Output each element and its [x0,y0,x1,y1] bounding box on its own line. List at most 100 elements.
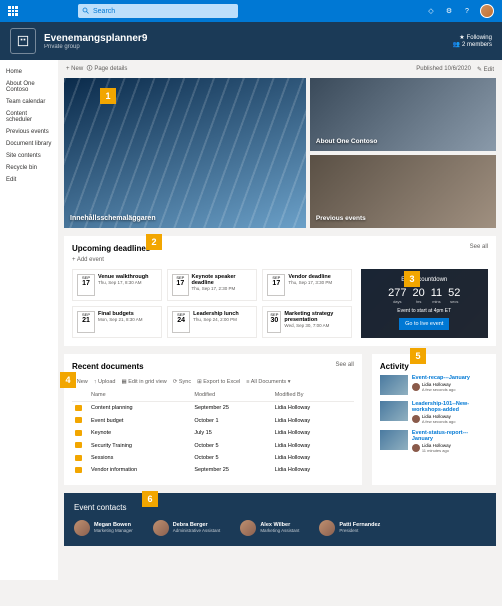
nav-item[interactable]: Home [4,66,54,78]
go-live-button[interactable]: Go to live event [399,318,449,330]
app-launcher-icon[interactable] [8,6,18,16]
edit-button[interactable]: ✎ Edit [477,66,494,73]
date-badge: SEP24 [172,311,190,333]
callout-6: 6 [142,491,158,507]
nav-item[interactable]: Content scheduler [4,108,54,126]
docs-seeall[interactable]: See all [336,362,354,371]
activity-title: Activity [380,362,409,371]
members-count[interactable]: 👥 2 members [453,41,492,48]
user-avatar[interactable] [480,4,494,18]
activity-thumb [380,401,408,421]
settings-icon[interactable]: ⚙ [444,6,454,16]
add-event-link[interactable]: + Add event [72,257,488,263]
new-button[interactable]: + New [66,66,83,72]
docs-excel-button[interactable]: ⊞ Export to Excel [197,379,240,385]
date-badge: SEP17 [172,274,188,296]
col-modified[interactable]: Modified [191,389,271,402]
suite-header: Search ◇ ⚙ ? [0,0,502,22]
callout-4: 4 [60,372,76,388]
countdown-unit: 277days [388,287,406,304]
search-placeholder: Search [93,8,115,15]
deadlines-seeall[interactable]: See all [470,244,488,253]
docs-sync-button[interactable]: ⟳ Sync [173,379,191,385]
activity-title: Event-status-report---January [412,430,488,442]
date-badge: SEP17 [77,274,95,296]
nav-item[interactable]: Document library [4,138,54,150]
event-card[interactable]: SEP30 Marketing strategy presentationWed… [262,306,352,338]
nav-item[interactable]: Site contents [4,150,54,162]
activity-item[interactable]: Leadership-101--New-workshops-added Lidi… [380,401,488,424]
nav-item[interactable]: Edit [4,174,54,186]
event-card[interactable]: SEP17 Venue walkthroughThu, Sep 17, 8:30… [72,269,162,301]
hero-tile-about[interactable]: About One Contoso [310,78,496,151]
event-card[interactable]: SEP17 Keynote speaker deadlineThu, Sep 1… [167,269,257,301]
person-avatar [74,520,90,536]
notifications-icon[interactable]: ◇ [426,6,436,16]
hero-tile3-caption: Previous events [316,215,490,222]
docs-grid-button[interactable]: ▦ Edit in grid view [121,379,166,385]
left-nav: HomeAbout One ContosoTeam calendarConten… [0,60,58,580]
nav-item[interactable]: Recycle bin [4,162,54,174]
hero-tile-previous[interactable]: Previous events [310,155,496,228]
countdown-unit: 11mins [431,287,442,304]
published-label: Published 10/6/2020 [416,66,471,72]
activity-title: Event-recap---January [412,375,470,381]
table-row[interactable]: Security TrainingOctober 5Lidia Holloway [72,439,354,451]
site-logo[interactable] [10,28,36,54]
col-name[interactable]: Name [88,389,191,402]
col-by[interactable]: Modified By [272,389,354,402]
event-card[interactable]: SEP17 Vendor deadlineThu, Sep 17, 3:30 P… [262,269,352,301]
help-icon[interactable]: ? [462,6,472,16]
activity-title: Leadership-101--New-workshops-added [412,401,488,413]
folder-icon [75,417,82,423]
person-avatar [319,520,335,536]
deadlines-title: Upcoming deadlines [72,244,150,253]
search-input[interactable]: Search [78,4,238,18]
page-details-button[interactable]: 🛈 Page details [87,64,128,74]
table-row[interactable]: SessionsOctober 5Lidia Holloway [72,452,354,464]
docs-view-dropdown[interactable]: ≡ All Documents ▾ [246,379,290,385]
countdown-webpart: 3 Event countdown 277days20hrs11mins52se… [361,269,489,338]
event-title: Keynote speaker deadline [192,274,253,286]
date-badge: SEP30 [267,311,281,333]
folder-icon [75,455,82,461]
author-avatar [412,444,420,452]
activity-item[interactable]: Event-status-report---January Lidia Holl… [380,430,488,453]
table-row[interactable]: KeynoteJuly 15Lidia Holloway [72,427,354,439]
table-row[interactable]: Content planningSeptember 25Lidia Hollow… [72,402,354,415]
site-header: Evenemangsplanner9 Private group ★ Follo… [0,22,502,60]
contact-person[interactable]: Debra BergerAdministrative Assistant [153,520,221,536]
person-avatar [153,520,169,536]
contact-person[interactable]: Megan BowenMarketing Manager [74,520,133,536]
documents-section: 4 Recent documentsSee all + New ↑ Upload… [64,354,362,485]
table-row[interactable]: Event budgetOctober 1Lidia Holloway [72,414,354,426]
hero-webpart: 1 Innehållsschemaläggaren About One Cont… [64,78,496,228]
contacts-title: Event contacts [74,503,486,512]
docs-title: Recent documents [72,362,144,371]
countdown-unit: 52secs [448,287,460,304]
contacts-section: 6 Event contacts Megan BowenMarketing Ma… [64,493,496,546]
folder-icon [75,405,82,411]
table-row[interactable]: Vendor informationSeptember 25Lidia Holl… [72,464,354,476]
event-time: Thu, Sep 17, 8:30 AM [98,280,148,285]
folder-icon [75,467,82,473]
docs-upload-button[interactable]: ↑ Upload [94,379,116,385]
activity-item[interactable]: Event-recap---January Lidia HollowayA fe… [380,375,488,395]
event-card[interactable]: SEP24 Leadership lunchThu, Sep 24, 2:00 … [167,306,257,338]
contact-person[interactable]: Patti FernandezPresident [319,520,380,536]
nav-item[interactable]: About One Contoso [4,78,54,96]
site-logo-icon [16,34,30,48]
nav-item[interactable]: Team calendar [4,96,54,108]
site-title[interactable]: Evenemangsplanner9 [44,33,147,44]
search-icon [82,7,90,15]
nav-item[interactable]: Previous events [4,126,54,138]
contact-person[interactable]: Alex WilberMarketing Assistant [240,520,299,536]
person-avatar [240,520,256,536]
callout-1: 1 [100,88,116,104]
event-card[interactable]: SEP21 Final budgetsMon, Sep 21, 8:30 AM [72,306,162,338]
hero-tile2-caption: About One Contoso [316,138,490,145]
follow-button[interactable]: ★ Following [453,34,492,41]
event-time: Thu, Sep 17, 2:30 PM [192,286,253,291]
deadlines-section: Upcoming deadlines 2 See all + Add event… [64,236,496,346]
countdown-sub: Event to start at 4pm ET [369,308,481,314]
